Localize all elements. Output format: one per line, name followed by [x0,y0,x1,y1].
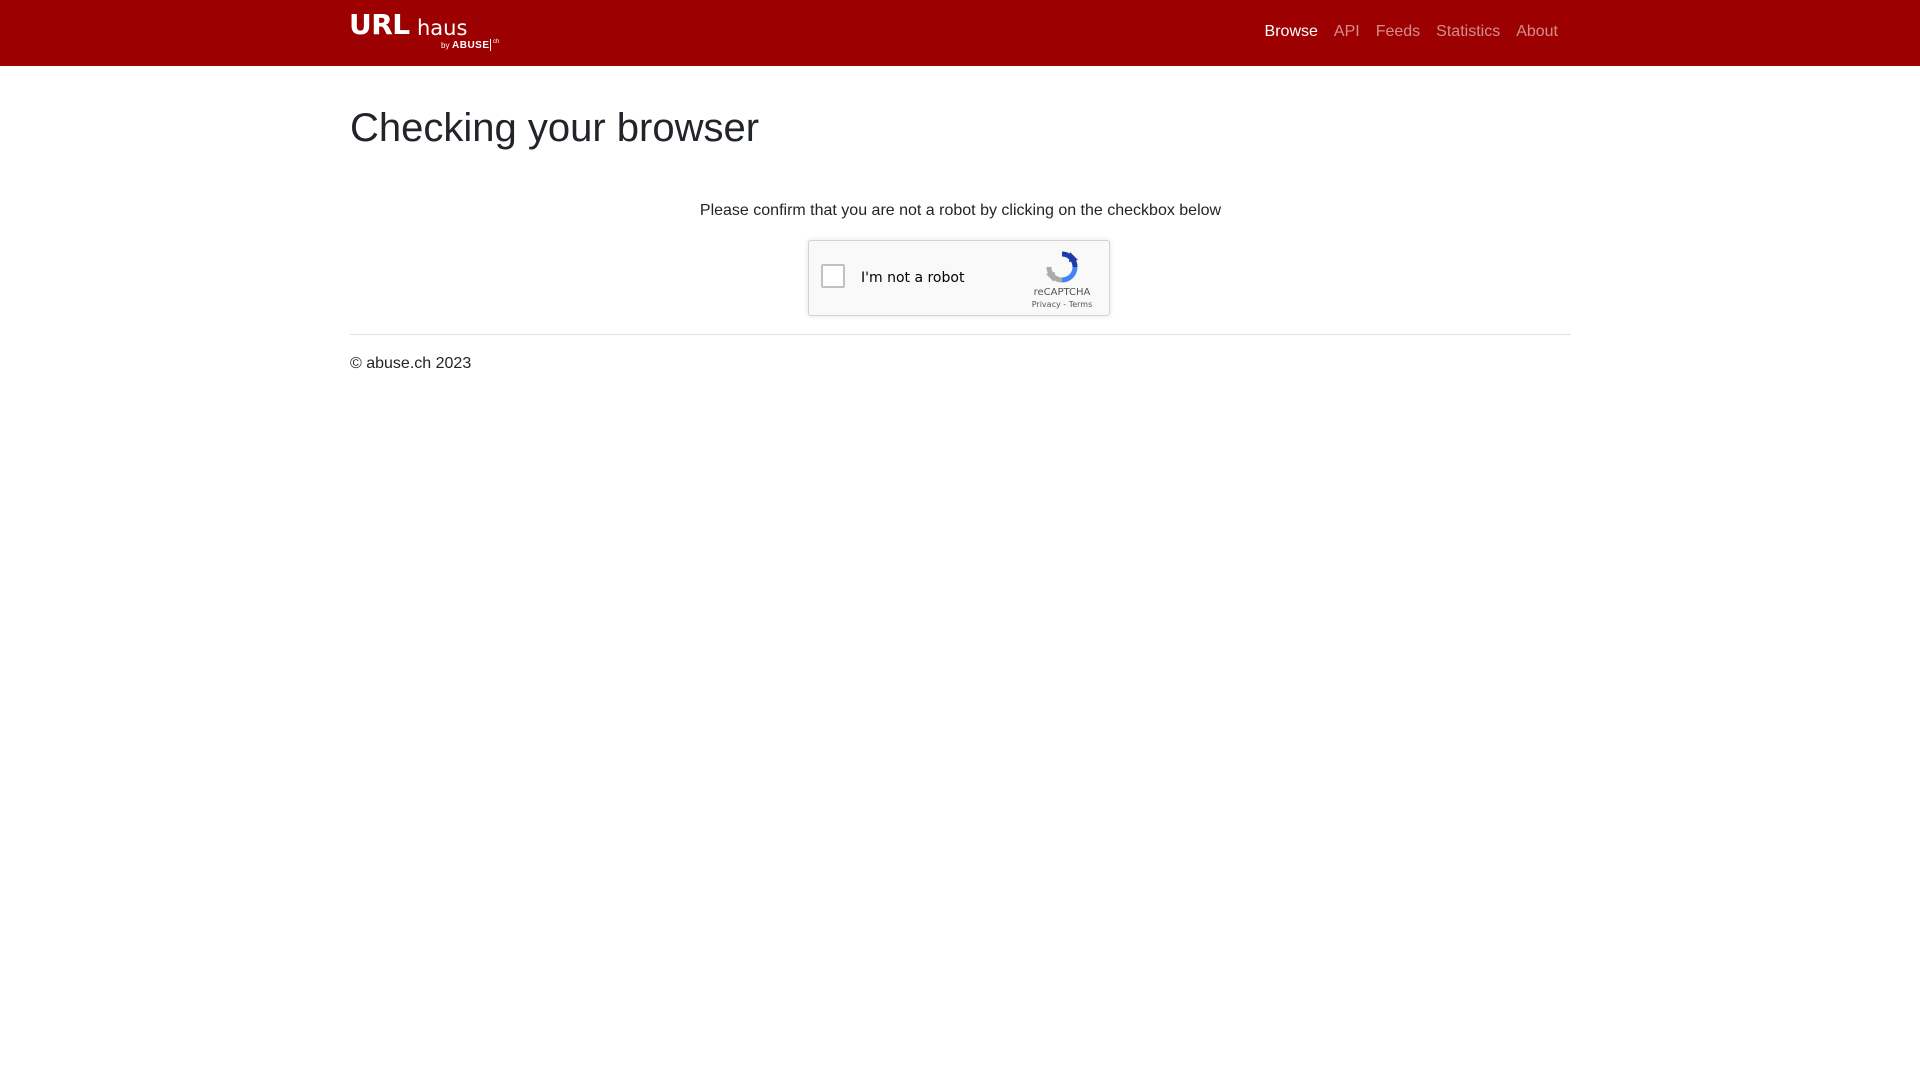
brand-url-text: URL [349,8,410,41]
recaptcha-links: Privacy - Terms [1017,300,1107,310]
brand-ch-text: ch [493,39,500,45]
footer-copyright: © abuse.ch 2023 [350,355,472,372]
page-title: Checking your browser [350,106,760,150]
captcha-prompt: Please confirm that you are not a robot … [699,202,1222,219]
nav-feeds[interactable]: Feeds [1368,21,1428,43]
recaptcha-checkbox[interactable] [821,264,845,288]
brand-haus-text: haus [417,16,468,40]
recaptcha-label[interactable]: I'm not a robot [861,269,964,287]
nav-statistics[interactable]: Statistics [1428,21,1508,43]
brand-separator [490,39,491,51]
recaptcha-logo-icon [1046,251,1078,283]
footer-divider [350,334,1571,335]
recaptcha-widget: I'm not a robot reCAPTCHA Privacy - Term… [808,240,1110,316]
recaptcha-terms-link[interactable]: Terms [1069,300,1093,309]
navbar: URL haus by ABUSE ch Browse API Feeds St… [0,0,1920,66]
nav-browse[interactable]: Browse [1257,21,1326,43]
main-nav: Browse API Feeds Statistics About [1257,21,1566,43]
recaptcha-link-separator: - [1060,300,1069,309]
nav-api[interactable]: API [1326,21,1368,43]
recaptcha-privacy-link[interactable]: Privacy [1032,300,1061,309]
brand-abuse-text: ABUSE [452,40,490,51]
brand-logo[interactable]: URL haus by ABUSE ch [349,9,509,55]
nav-about[interactable]: About [1508,21,1566,43]
brand-by-text: by [441,41,450,50]
recaptcha-brand: reCAPTCHA [1033,287,1091,298]
